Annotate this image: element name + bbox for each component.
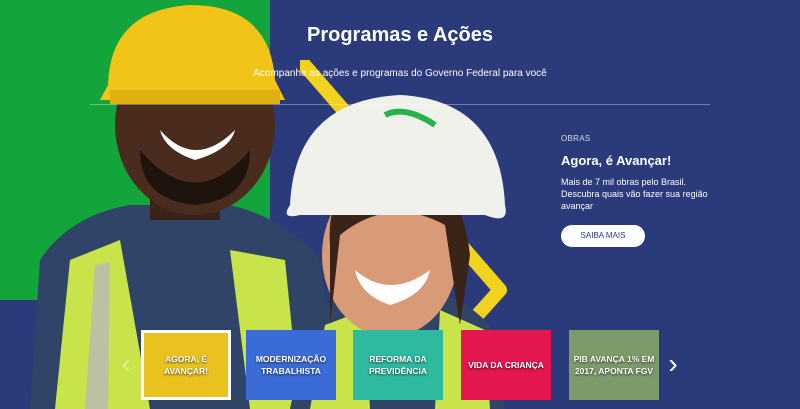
carousel-item-vida-crianca[interactable]: VIDA DA CRIANÇA xyxy=(461,330,551,400)
carousel-item-label: REFORMA DA PREVIDÊNCIA xyxy=(368,354,428,376)
carousel-item-label: VIDA DA CRIANÇA xyxy=(468,360,544,370)
chevron-left-icon[interactable]: ‹ xyxy=(118,349,134,379)
carousel-item-reforma-previdencia[interactable]: REFORMA DA PREVIDÊNCIA xyxy=(353,330,443,400)
feature-panel: OBRAS Agora, é Avançar! Mais de 7 mil ob… xyxy=(561,134,731,247)
feature-category: OBRAS xyxy=(561,134,591,143)
carousel-item-pib-avanca[interactable]: PIB AVANÇA 1% EM 2017, APONTA FGV xyxy=(569,330,659,400)
carousel-item-label: MODERNIZAÇÃO TRABALHISTA xyxy=(255,354,327,376)
learn-more-button[interactable]: SAIBA MAIS xyxy=(561,225,645,247)
carousel-item-modernizacao-trabalhista[interactable]: MODERNIZAÇÃO TRABALHISTA xyxy=(246,330,336,400)
feature-title: Agora, é Avançar! xyxy=(561,153,672,168)
header-divider xyxy=(90,104,710,105)
hero-banner: Programas e Ações Acompanhe as ações e p… xyxy=(0,0,800,409)
carousel-item-agora-avancar[interactable]: AGORA, É AVANÇAR! xyxy=(141,330,231,400)
page-subtitle: Acompanhe as ações e programas do Govern… xyxy=(253,68,547,79)
page-title: Programas e Ações xyxy=(306,24,493,46)
carousel-item-label: AGORA, É AVANÇAR! xyxy=(163,354,209,376)
carousel-item-label: PIB AVANÇA 1% EM 2017, APONTA FGV xyxy=(573,354,655,376)
chevron-right-icon[interactable]: › xyxy=(665,349,681,379)
feature-description: Mais de 7 mil obras pelo Brasil. Descubr… xyxy=(561,177,708,211)
